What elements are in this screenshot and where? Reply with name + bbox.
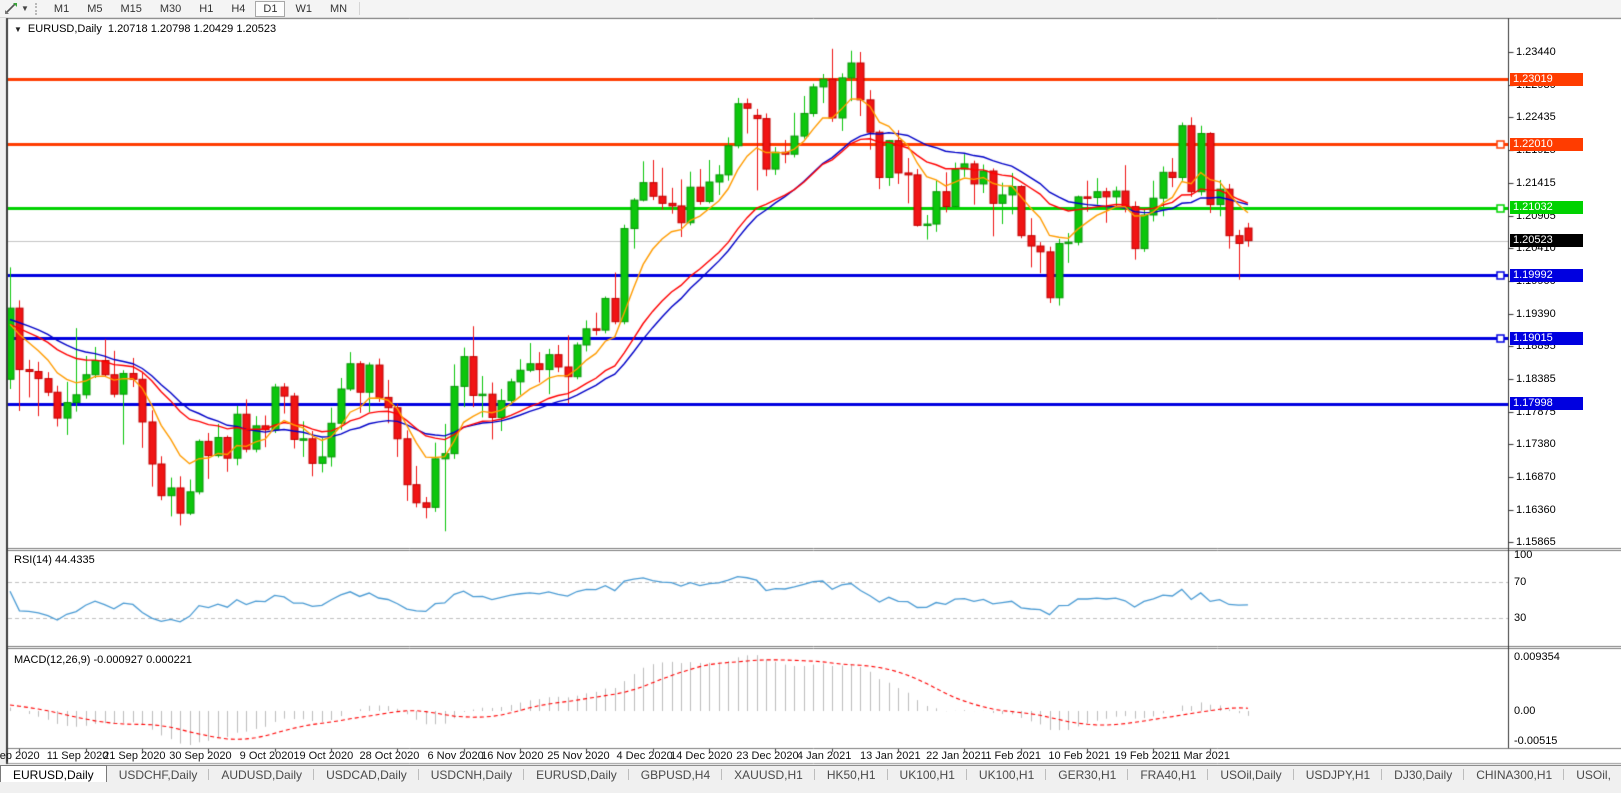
chart-tab-audusddaily[interactable]: AUDUSD,Daily	[209, 766, 314, 783]
date-axis-label: 11 Sep 2020	[47, 750, 109, 762]
date-axis-label: 13 Jan 2021	[860, 750, 921, 762]
date-axis-label: 14 Dec 2020	[670, 750, 732, 762]
price-axis-tick-label: 1.16360	[1516, 504, 1556, 516]
date-axis-label: 2 Sep 2020	[0, 750, 40, 762]
date-axis-label: 1 Feb 2021	[985, 750, 1041, 762]
price-line-badge: 1.23019	[1510, 73, 1583, 86]
date-axis-label: 21 Sep 2020	[103, 750, 165, 762]
chart-tab-uk100h1[interactable]: UK100,H1	[888, 766, 967, 783]
price-line-badge: 1.19992	[1510, 269, 1583, 282]
price-line-badge: 1.22010	[1510, 138, 1583, 151]
rsi-indicator-label: RSI(14) 44.4335	[14, 554, 95, 566]
date-axis-label: 10 Feb 2021	[1048, 750, 1110, 762]
toolbar-dropdown-caret-icon[interactable]: ▼	[21, 4, 29, 13]
chart-tab-uk100h1[interactable]: UK100,H1	[967, 766, 1046, 783]
price-axis-tick-label: 1.21415	[1516, 177, 1556, 189]
date-axis-label: 19 Feb 2021	[1115, 750, 1177, 762]
timeframe-button-d1[interactable]: D1	[255, 1, 285, 17]
timeframe-button-m15[interactable]: M15	[112, 1, 149, 17]
date-axis-label: 1 Mar 2021	[1174, 750, 1230, 762]
chart-tab-eurusddaily[interactable]: EURUSD,Daily	[0, 765, 107, 783]
price-chart-canvas[interactable]	[0, 0, 1621, 793]
timeframe-button-mn[interactable]: MN	[322, 1, 355, 17]
macd-axis-label: 0.00	[1514, 705, 1535, 717]
rsi-axis-label: 30	[1514, 612, 1526, 624]
date-axis-label: 23 Dec 2020	[736, 750, 798, 762]
date-axis-label: 25 Nov 2020	[547, 750, 609, 762]
timeframe-button-w1[interactable]: W1	[287, 1, 320, 17]
price-axis-tick-label: 1.23440	[1516, 46, 1556, 58]
timeframe-button-h4[interactable]: H4	[223, 1, 253, 17]
date-axis-label: 4 Jan 2021	[797, 750, 851, 762]
price-axis-tick-label: 1.17380	[1516, 438, 1556, 450]
date-axis-label: 28 Oct 2020	[359, 750, 419, 762]
chart-tab-usoildaily[interactable]: USOil,Daily	[1208, 766, 1293, 783]
chart-tab-ger30h1[interactable]: GER30,H1	[1046, 766, 1128, 783]
trading-terminal-window: { "toolbar": { "timeframes": [ {"label":…	[0, 0, 1621, 793]
timeframe-button-h1[interactable]: H1	[191, 1, 221, 17]
price-axis-tick-label: 1.18385	[1516, 373, 1556, 385]
macd-axis-label: -0.00515	[1514, 735, 1557, 747]
timeframe-toolbar: ▼ M1M5M15M30H1H4D1W1MN	[0, 0, 1621, 18]
chart-tab-dj30daily[interactable]: DJ30,Daily	[1382, 766, 1464, 783]
date-axis-label: 30 Sep 2020	[169, 750, 231, 762]
toolbar-grip-handle[interactable]	[35, 3, 41, 15]
chart-tab-gbpusdh4[interactable]: GBPUSD,H4	[629, 766, 722, 783]
chart-tab-bar: EURUSD,DailyUSDCHF,DailyAUDUSD,DailyUSDC…	[0, 765, 1621, 783]
chart-tab-xauusdh1[interactable]: XAUUSD,H1	[722, 766, 815, 783]
status-strip	[0, 782, 1621, 793]
timeframe-button-m30[interactable]: M30	[152, 1, 189, 17]
date-axis-label: 6 Nov 2020	[427, 750, 483, 762]
chart-tab-usdchfdaily[interactable]: USDCHF,Daily	[107, 766, 210, 783]
chart-title: ▼ EURUSD,Daily 1.20718 1.20798 1.20429 1…	[14, 23, 276, 35]
macd-indicator-label: MACD(12,26,9) -0.000927 0.000221	[14, 654, 192, 666]
chart-tab-usdcnhdaily[interactable]: USDCNH,Daily	[419, 766, 524, 783]
chart-symbol-label: EURUSD,Daily	[28, 23, 102, 35]
chart-tab-usdjpyh1[interactable]: USDJPY,H1	[1294, 766, 1382, 783]
date-axis-label: 4 Dec 2020	[616, 750, 672, 762]
price-line-badge: 1.21032	[1510, 201, 1583, 214]
chart-menu-caret-icon[interactable]: ▼	[14, 25, 22, 34]
date-axis-label: 19 Oct 2020	[293, 750, 353, 762]
timeframe-button-m1[interactable]: M1	[46, 1, 77, 17]
chart-tab-eurusddaily[interactable]: EURUSD,Daily	[524, 766, 629, 783]
timeframe-buttons-group: M1M5M15M30H1H4D1W1MN	[45, 1, 356, 17]
rsi-axis-label: 100	[1514, 549, 1532, 561]
price-axis-tick-label: 1.16870	[1516, 471, 1556, 483]
chart-tab-china300h1[interactable]: CHINA300,H1	[1464, 766, 1564, 783]
date-axis-label: 22 Jan 2021	[926, 750, 987, 762]
chart-tab-fra40h1[interactable]: FRA40,H1	[1128, 766, 1208, 783]
price-axis-tick-label: 1.19390	[1516, 308, 1556, 320]
chart-tab-usdcaddaily[interactable]: USDCAD,Daily	[314, 766, 419, 783]
chart-tab-hk50h1[interactable]: HK50,H1	[815, 766, 888, 783]
date-axis-label: 9 Oct 2020	[240, 750, 294, 762]
macd-axis-label: 0.009354	[1514, 651, 1560, 663]
current-price-badge: 1.20523	[1510, 234, 1583, 247]
chart-tab-usoil[interactable]: USOil,	[1564, 766, 1621, 783]
price-axis-tick-label: 1.15865	[1516, 536, 1556, 548]
date-axis-label: 16 Nov 2020	[481, 750, 543, 762]
price-line-badge: 1.19015	[1510, 332, 1583, 345]
rsi-axis-label: 70	[1514, 576, 1526, 588]
toolbar-separator	[359, 2, 360, 15]
timeframe-button-m5[interactable]: M5	[79, 1, 110, 17]
chart-ohlc-values: 1.20718 1.20798 1.20429 1.20523	[108, 23, 276, 35]
price-line-badge: 1.17998	[1510, 397, 1583, 410]
crosshair-tool-icon[interactable]	[2, 1, 20, 16]
price-axis-tick-label: 1.22435	[1516, 111, 1556, 123]
